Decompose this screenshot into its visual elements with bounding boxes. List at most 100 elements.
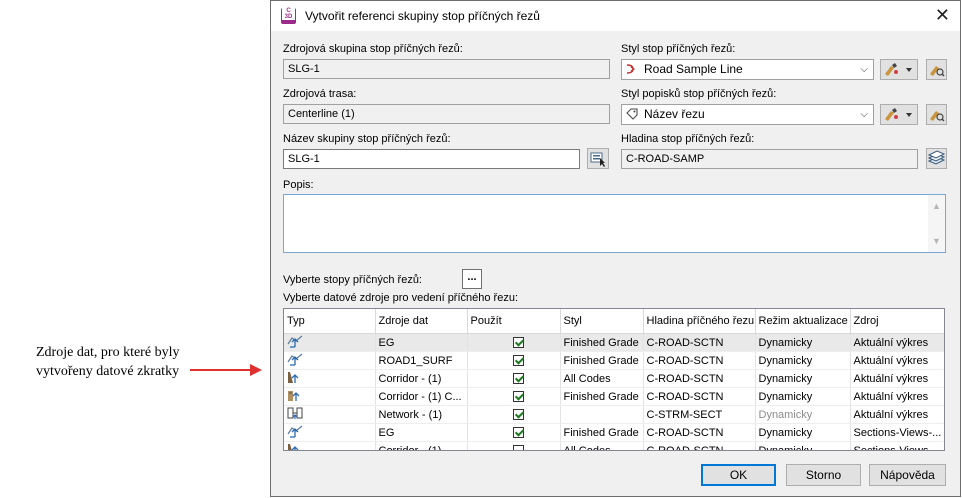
layers-icon: [927, 150, 946, 165]
cell-origin: Aktuální výkres: [850, 387, 944, 406]
use-checkbox[interactable]: [512, 373, 524, 385]
name-template-icon: [590, 152, 605, 167]
use-checkbox[interactable]: [512, 409, 524, 421]
cell-source: EG: [375, 333, 468, 352]
cell-use: [467, 333, 561, 352]
cell-use: [467, 441, 561, 450]
sample-line-style-select[interactable]: Road Sample Line ⌵: [621, 59, 874, 80]
chevron-down-icon: ⌵: [860, 64, 868, 75]
cell-layer: C-ROAD-SCTN: [643, 423, 756, 442]
help-button[interactable]: Nápověda: [869, 464, 946, 486]
corridor-icon: [284, 441, 376, 450]
pipe-network-icon: [284, 405, 376, 424]
source-alignment-field: Centerline (1): [283, 104, 610, 124]
use-checkbox[interactable]: [512, 445, 524, 450]
select-sample-lines-label: Vyberte stopy příčných řezů:: [283, 274, 422, 286]
layer-button[interactable]: [926, 148, 947, 169]
cell-update-mode: Dynamicky: [755, 333, 851, 352]
cell-source: Corridor - (1): [375, 441, 468, 450]
column-header[interactable]: Typ: [284, 309, 376, 334]
table-row[interactable]: Corridor - (1) C... Finished Grade C-ROAD-…: [284, 387, 944, 406]
data-sources-table: Typ Zdroje dat Použít Styl Hladina příčného …: [283, 308, 945, 451]
cell-update-mode: Dynamicky: [755, 423, 851, 442]
cell-style: All Codes: [560, 369, 644, 388]
close-icon[interactable]: ✕: [935, 5, 950, 25]
cell-style: Finished Grade: [560, 387, 644, 406]
cell-layer: C-ROAD-SCTN: [643, 333, 756, 352]
cell-style: Finished Grade: [560, 423, 644, 442]
column-header[interactable]: Hladina příčného řezu: [643, 309, 756, 334]
surface-icon: [284, 423, 376, 442]
title-bar: C 3D Vytvořit referenci skupiny stop příč…: [271, 1, 960, 31]
table-row[interactable]: Corridor - (1) All Codes C-ROAD-SCTN Dynami…: [284, 441, 944, 450]
civil3d-app-icon: C 3D: [281, 8, 296, 24]
use-checkbox[interactable]: [512, 427, 524, 439]
pick-name-button[interactable]: [587, 148, 609, 169]
cell-use: [467, 405, 561, 424]
source-alignment-label: Zdrojová trasa:: [283, 88, 357, 100]
use-checkbox[interactable]: [512, 337, 524, 349]
source-group-label: Zdrojová skupina stop příčných řezů:: [283, 43, 463, 55]
ok-button[interactable]: OK: [701, 464, 776, 486]
edit-style-icon: [885, 108, 912, 121]
cancel-button[interactable]: Storno: [786, 464, 861, 486]
dialog-title: Vytvořit referenci skupiny stop příčných…: [305, 9, 540, 23]
scroll-down-icon[interactable]: ▼: [932, 236, 941, 246]
use-checkbox[interactable]: [512, 391, 524, 403]
column-header[interactable]: Styl: [560, 309, 644, 334]
table-row[interactable]: Corridor - (1) All Codes C-ROAD-SCTN Dynami…: [284, 369, 944, 388]
use-checkbox[interactable]: [512, 355, 524, 367]
corridor-icon: [284, 369, 376, 388]
description-label: Popis:: [283, 179, 314, 191]
label-style-value: Název řezu: [644, 107, 705, 121]
edit-label-style-split-button[interactable]: [880, 104, 918, 125]
column-header[interactable]: Režim aktualizace: [755, 309, 851, 334]
scroll-up-icon[interactable]: ▲: [932, 201, 941, 211]
cell-use: [467, 423, 561, 442]
table-row[interactable]: Network - (1) C-STRM-SECT Dynamicky Aktuáln…: [284, 405, 944, 424]
cell-source: Corridor - (1) C...: [375, 387, 468, 406]
sample-line-icon: [626, 64, 636, 74]
cell-layer: C-ROAD-SCTN: [643, 441, 756, 450]
cell-source: EG: [375, 423, 468, 442]
label-style-label: Styl popisků stop příčných řezů:: [621, 88, 777, 100]
description-textarea[interactable]: ▲ ▼: [283, 194, 946, 253]
cell-origin: Aktuální výkres: [850, 351, 944, 370]
cell-use: [467, 369, 561, 388]
cell-origin: Aktuální výkres: [850, 369, 944, 388]
style-preview-icon: [930, 66, 945, 77]
preview-style-button[interactable]: [926, 59, 947, 80]
cell-origin: Aktuální výkres: [850, 333, 944, 352]
cell-layer: C-ROAD-SCTN: [643, 369, 756, 388]
cell-layer: C-STRM-SECT: [643, 405, 756, 424]
style-preview-icon: [930, 111, 945, 122]
table-row[interactable]: ROAD1_SURF Finished Grade C-ROAD-SCTN Dynam…: [284, 351, 944, 370]
cell-origin: Aktuální výkres: [850, 405, 944, 424]
cell-source: Corridor - (1): [375, 369, 468, 388]
preview-label-style-button[interactable]: [926, 104, 947, 125]
table-row[interactable]: EG Finished Grade C-ROAD-SCTN Dynamicky Aktu…: [284, 333, 944, 352]
label-style-select[interactable]: Název řezu ⌵: [621, 104, 874, 125]
sample-line-style-value: Road Sample Line: [644, 62, 743, 76]
cell-update-mode: Dynamicky: [755, 387, 851, 406]
corridor-surface-icon: [284, 387, 376, 406]
column-header[interactable]: Zdroje dat: [375, 309, 468, 334]
group-name-input[interactable]: SLG-1: [283, 149, 580, 169]
edit-style-split-button[interactable]: [880, 59, 918, 80]
cell-layer: C-ROAD-SCTN: [643, 351, 756, 370]
source-group-field: SLG-1: [283, 59, 610, 79]
cell-style: Finished Grade: [560, 333, 644, 352]
app-icon-sub: 3D: [282, 14, 295, 20]
description-scrollbar[interactable]: ▲ ▼: [928, 195, 945, 252]
create-sample-line-group-reference-dialog: C 3D Vytvořit referenci skupiny stop příč…: [270, 0, 961, 497]
surface-icon: [284, 333, 376, 352]
cell-use: [467, 387, 561, 406]
sample-line-style-label: Styl stop příčných řezů:: [621, 43, 736, 55]
cell-origin: Sections-Views-...: [850, 441, 944, 450]
table-row[interactable]: EG Finished Grade C-ROAD-SCTN Dynamicky Sect…: [284, 423, 944, 442]
callout-arrow: [190, 364, 262, 376]
column-header[interactable]: Zdroj: [850, 309, 944, 334]
column-header[interactable]: Použít: [467, 309, 561, 334]
cell-origin: Sections-Views-...: [850, 423, 944, 442]
select-sample-lines-button[interactable]: ...: [462, 269, 482, 289]
